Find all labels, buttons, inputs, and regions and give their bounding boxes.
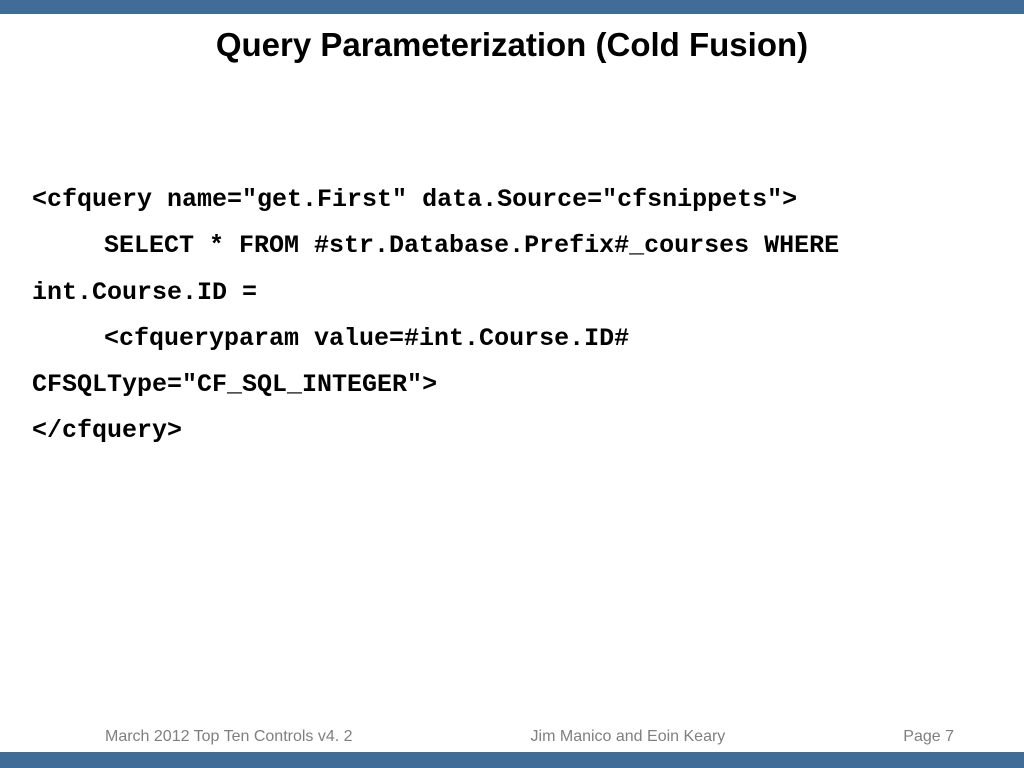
code-block: <cfquery name="get.First" data.Source="c…	[32, 177, 1004, 455]
top-accent-bar	[0, 0, 1024, 14]
code-line: CFSQLType="CF_SQL_INTEGER">	[32, 362, 1004, 408]
footer-left: March 2012 Top Ten Controls v4. 2	[105, 728, 353, 746]
slide-title: Query Parameterization (Cold Fusion)	[0, 26, 1024, 64]
code-line: <cfqueryparam value=#int.Course.ID#	[32, 316, 1004, 362]
slide: Query Parameterization (Cold Fusion) <cf…	[0, 0, 1024, 768]
code-line: int.Course.ID =	[32, 270, 1004, 316]
code-line: SELECT * FROM #str.Database.Prefix#_cour…	[32, 223, 1004, 269]
footer-center: Jim Manico and Eoin Keary	[531, 728, 726, 746]
footer-right: Page 7	[903, 728, 954, 746]
slide-footer: March 2012 Top Ten Controls v4. 2 Jim Ma…	[0, 728, 1024, 746]
code-line: <cfquery name="get.First" data.Source="c…	[32, 177, 1004, 223]
bottom-accent-bar	[0, 752, 1024, 768]
code-line: </cfquery>	[32, 408, 1004, 454]
